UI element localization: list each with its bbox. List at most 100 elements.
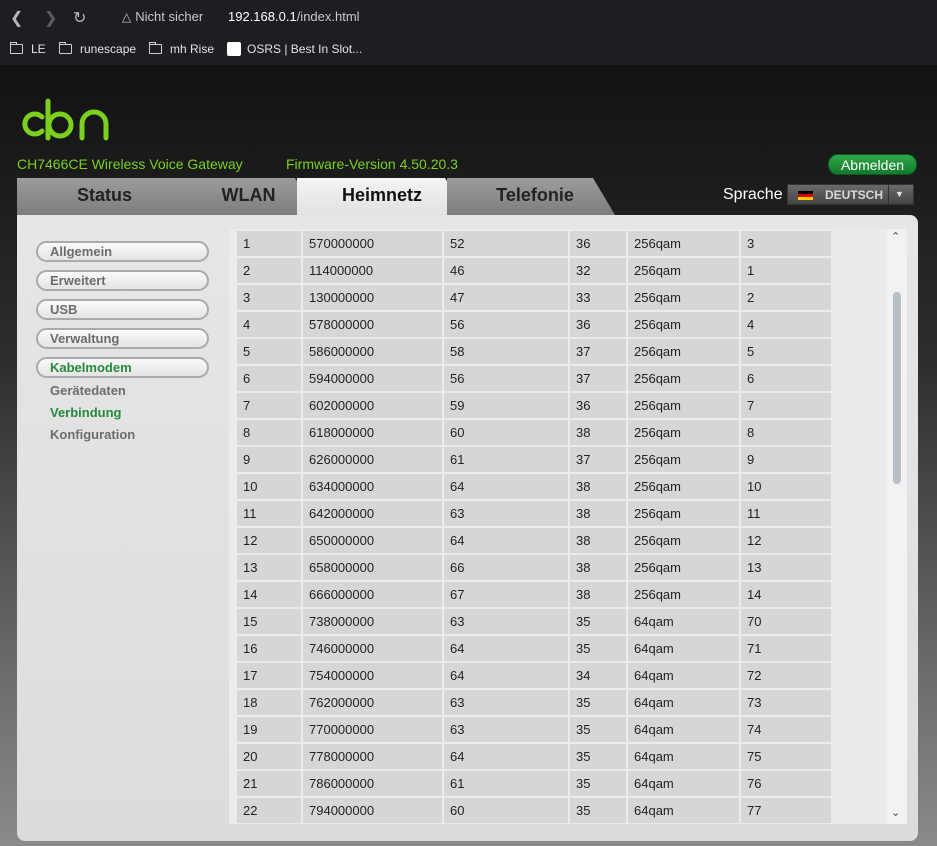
snr-cell: 38 <box>570 420 626 445</box>
tab-status[interactable]: Status <box>17 178 192 215</box>
snr-cell: 37 <box>570 339 626 364</box>
back-icon[interactable]: ❮ <box>10 8 23 28</box>
channel-cell: 20 <box>237 744 301 769</box>
frequency-cell: 626000000 <box>303 447 442 472</box>
tab-wlan[interactable]: WLAN <box>170 178 317 215</box>
power-cell: 64 <box>444 636 568 661</box>
sidebar-item-usb[interactable]: USB <box>36 299 209 320</box>
channel-cell: 5 <box>237 339 301 364</box>
snr-cell: 36 <box>570 231 626 256</box>
channel-id-cell: 7 <box>741 393 831 418</box>
table-row: 9 626000000 61 37 256qam 9 <box>237 447 837 472</box>
bookmark-le[interactable]: LE <box>10 42 46 56</box>
channel-id-cell: 75 <box>741 744 831 769</box>
power-cell: 52 <box>444 231 568 256</box>
table-row: 11 642000000 63 38 256qam 11 <box>237 501 837 526</box>
power-cell: 56 <box>444 366 568 391</box>
scroll-up-icon[interactable]: ⌃ <box>891 230 900 243</box>
snr-cell: 36 <box>570 312 626 337</box>
frequency-cell: 746000000 <box>303 636 442 661</box>
tab-heimnetz[interactable]: Heimnetz <box>297 178 467 215</box>
table-row: 21 786000000 61 35 64qam 76 <box>237 771 837 796</box>
power-cell: 56 <box>444 312 568 337</box>
table-row: 10 634000000 64 38 256qam 10 <box>237 474 837 499</box>
channel-id-cell: 3 <box>741 231 831 256</box>
snr-cell: 35 <box>570 690 626 715</box>
bookmark-mh-rise[interactable]: mh Rise <box>149 42 214 56</box>
scroll-down-icon[interactable]: ⌄ <box>891 806 900 819</box>
snr-cell: 38 <box>570 555 626 580</box>
folder-icon <box>59 42 72 54</box>
channel-id-cell: 5 <box>741 339 831 364</box>
modulation-cell: 256qam <box>628 285 739 310</box>
language-label: Sprache <box>723 186 783 203</box>
sidebar-subitem-konfiguration[interactable]: Konfiguration <box>50 427 135 442</box>
firmware-version: Firmware-Version 4.50.20.3 <box>286 156 458 172</box>
table-row: 20 778000000 64 35 64qam 75 <box>237 744 837 769</box>
security-warning[interactable]: △ Nicht sicher <box>122 9 203 24</box>
snr-cell: 38 <box>570 528 626 553</box>
channel-id-cell: 12 <box>741 528 831 553</box>
power-cell: 60 <box>444 798 568 823</box>
channel-cell: 19 <box>237 717 301 742</box>
logout-button[interactable]: Abmelden <box>828 154 917 175</box>
frequency-cell: 570000000 <box>303 231 442 256</box>
channel-id-cell: 76 <box>741 771 831 796</box>
forward-icon[interactable]: ❯ <box>44 8 57 28</box>
sidebar-item-erweitert[interactable]: Erweitert <box>36 270 209 291</box>
sidebar-subitem-geraetedaten[interactable]: Gerätedaten <box>50 383 126 398</box>
channel-id-cell: 13 <box>741 555 831 580</box>
channel-cell: 17 <box>237 663 301 688</box>
table-row: 18 762000000 63 35 64qam 73 <box>237 690 837 715</box>
scrollbar[interactable]: ⌃ ⌄ <box>887 229 907 824</box>
modulation-cell: 256qam <box>628 582 739 607</box>
snr-cell: 35 <box>570 609 626 634</box>
power-cell: 47 <box>444 285 568 310</box>
power-cell: 63 <box>444 501 568 526</box>
sidebar-item-kabelmodem[interactable]: Kabelmodem <box>36 357 209 378</box>
modulation-cell: 256qam <box>628 555 739 580</box>
channel-id-cell: 14 <box>741 582 831 607</box>
channel-id-cell: 4 <box>741 312 831 337</box>
folder-icon <box>149 42 162 54</box>
snr-cell: 35 <box>570 717 626 742</box>
channel-cell: 11 <box>237 501 301 526</box>
channel-id-cell: 8 <box>741 420 831 445</box>
table-row: 12 650000000 64 38 256qam 12 <box>237 528 837 553</box>
frequency-cell: 594000000 <box>303 366 442 391</box>
bookmark-runescape[interactable]: runescape <box>59 42 136 56</box>
channel-cell: 14 <box>237 582 301 607</box>
frequency-cell: 754000000 <box>303 663 442 688</box>
channel-cell: 1 <box>237 231 301 256</box>
sidebar-subitem-verbindung[interactable]: Verbindung <box>50 405 122 420</box>
snr-cell: 32 <box>570 258 626 283</box>
channel-cell: 2 <box>237 258 301 283</box>
reload-icon[interactable]: ↻ <box>73 8 86 28</box>
channel-id-cell: 10 <box>741 474 831 499</box>
snr-cell: 35 <box>570 798 626 823</box>
sidebar-item-allgemein[interactable]: Allgemein <box>36 241 209 262</box>
channel-cell: 22 <box>237 798 301 823</box>
channel-cell: 10 <box>237 474 301 499</box>
bookmark-osrs[interactable]: OSRS | Best In Slot... <box>227 42 362 56</box>
modulation-cell: 64qam <box>628 690 739 715</box>
table-row: 7 602000000 59 36 256qam 7 <box>237 393 837 418</box>
address-bar[interactable]: 192.168.0.1/index.html <box>228 9 360 24</box>
modulation-cell: 64qam <box>628 663 739 688</box>
sidebar-item-verwaltung[interactable]: Verwaltung <box>36 328 209 349</box>
frequency-cell: 794000000 <box>303 798 442 823</box>
modulation-cell: 256qam <box>628 501 739 526</box>
power-cell: 61 <box>444 771 568 796</box>
power-cell: 63 <box>444 609 568 634</box>
frequency-cell: 602000000 <box>303 393 442 418</box>
tab-telefonie[interactable]: Telefonie <box>447 178 615 215</box>
modulation-cell: 64qam <box>628 798 739 823</box>
language-select[interactable]: DEUTSCH ▼ <box>787 184 914 205</box>
frequency-cell: 770000000 <box>303 717 442 742</box>
channel-id-cell: 11 <box>741 501 831 526</box>
scrollbar-thumb[interactable] <box>893 292 901 484</box>
content-panel: Allgemein Erweitert USB Verwaltung Kabel… <box>17 215 918 841</box>
modulation-cell: 64qam <box>628 744 739 769</box>
power-cell: 66 <box>444 555 568 580</box>
modulation-cell: 256qam <box>628 339 739 364</box>
